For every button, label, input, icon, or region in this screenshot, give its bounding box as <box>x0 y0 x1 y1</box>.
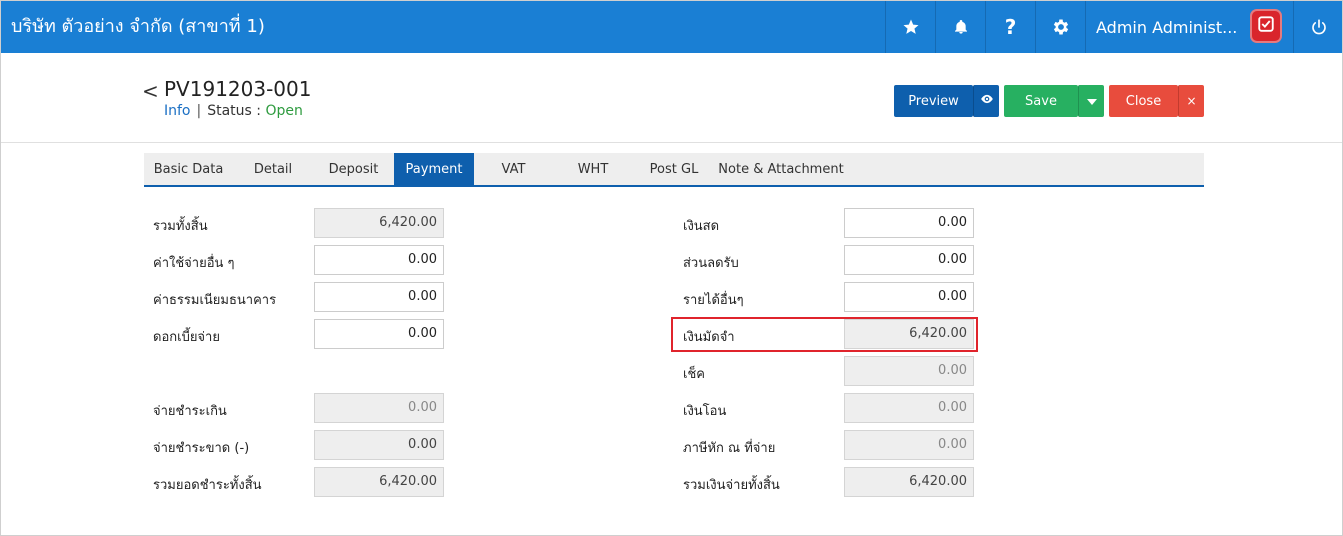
settings-button[interactable] <box>1035 1 1085 53</box>
tab-payment[interactable]: Payment <box>394 153 474 186</box>
field-other-income[interactable]: 0.00 <box>844 282 974 312</box>
header-divider <box>1 142 1342 143</box>
label-underpaid: จ่ายชำระขาด (-) <box>153 441 250 456</box>
document-number: PV191203-001 <box>164 77 312 101</box>
status-value: Open <box>265 103 303 119</box>
notifications-button[interactable] <box>935 1 985 53</box>
label-overpaid: จ่ายชำระเกิน <box>153 404 227 419</box>
logout-button[interactable] <box>1293 1 1343 53</box>
preview-button[interactable]: Preview <box>894 85 973 117</box>
deposit-highlight-box <box>671 317 978 352</box>
field-transfer: 0.00 <box>844 393 974 423</box>
label-other-income: รายได้อื่นๆ <box>683 293 744 308</box>
label-discount-received: ส่วนลดรับ <box>683 256 739 271</box>
favorites-button[interactable] <box>885 1 935 53</box>
tab-post-gl[interactable]: Post GL <box>633 153 715 186</box>
tab-wht[interactable]: WHT <box>553 153 633 186</box>
label-total-payment: รวมยอดชำระทั้งสิ้น <box>153 478 262 493</box>
eye-icon <box>980 92 994 110</box>
chevron-left-icon: < <box>142 79 159 103</box>
label-interest-paid: ดอกเบี้ยจ่าย <box>153 330 220 345</box>
close-x-button[interactable]: × <box>1178 85 1204 117</box>
field-interest-paid[interactable]: 0.00 <box>314 319 444 349</box>
field-withholding-tax: 0.00 <box>844 430 974 460</box>
label-bank-fee: ค่าธรรมเนียมธนาคาร <box>153 293 277 308</box>
field-total-payment: 6,420.00 <box>314 467 444 497</box>
close-button[interactable]: Close <box>1109 85 1178 117</box>
top-navigation-bar: บริษัท ตัวอย่าง จำกัด (สาขาที่ 1) ? Admi… <box>1 1 1342 53</box>
close-icon: × <box>1186 94 1197 108</box>
caret-down-icon <box>1086 94 1097 109</box>
checkbox-badge-icon <box>1257 15 1275 37</box>
gear-icon <box>1051 17 1071 37</box>
tab-note-attachment[interactable]: Note & Attachment <box>715 153 847 186</box>
field-overpaid: 0.00 <box>314 393 444 423</box>
field-cheque: 0.00 <box>844 356 974 386</box>
user-avatar[interactable] <box>1252 11 1280 41</box>
document-info-line: Info | Status : Open <box>164 103 303 119</box>
label-other-expenses: ค่าใช้จ่ายอื่น ๆ <box>153 256 235 271</box>
field-total: 6,420.00 <box>314 208 444 238</box>
user-name: Admin Administ... <box>1096 17 1238 37</box>
preview-eye-button[interactable] <box>973 85 999 117</box>
tab-basic-data[interactable]: Basic Data <box>144 153 233 186</box>
save-dropdown-button[interactable] <box>1078 85 1104 117</box>
save-button[interactable]: Save <box>1004 85 1078 117</box>
star-icon <box>902 18 920 36</box>
help-icon: ? <box>1004 15 1017 39</box>
label-cash: เงินสด <box>683 219 720 234</box>
separator: | <box>196 103 202 119</box>
label-total: รวมทั้งสิ้น <box>153 219 208 234</box>
company-name[interactable]: บริษัท ตัวอย่าง จำกัด (สาขาที่ 1) <box>11 1 265 53</box>
label-transfer: เงินโอน <box>683 404 727 419</box>
field-total-paid: 6,420.00 <box>844 467 974 497</box>
status-colon: : <box>256 103 262 119</box>
status-label: Status <box>207 103 252 119</box>
back-button[interactable]: < <box>142 79 159 103</box>
tab-vat[interactable]: VAT <box>474 153 553 186</box>
field-bank-fee[interactable]: 0.00 <box>314 282 444 312</box>
help-button[interactable]: ? <box>985 1 1035 53</box>
label-cheque: เช็ค <box>683 367 705 382</box>
label-total-paid: รวมเงินจ่ายทั้งสิ้น <box>683 478 780 493</box>
bell-icon <box>953 18 969 36</box>
label-withholding-tax: ภาษีหัก ณ ที่จ่าย <box>683 441 776 456</box>
field-other-expenses[interactable]: 0.00 <box>314 245 444 275</box>
tab-bar: Basic Data Detail Deposit Payment VAT WH… <box>144 153 1204 187</box>
tab-deposit[interactable]: Deposit <box>313 153 394 186</box>
info-link[interactable]: Info <box>164 103 191 119</box>
field-discount-received[interactable]: 0.00 <box>844 245 974 275</box>
field-cash[interactable]: 0.00 <box>844 208 974 238</box>
power-icon <box>1310 18 1328 36</box>
tab-detail[interactable]: Detail <box>233 153 313 186</box>
field-underpaid: 0.00 <box>314 430 444 460</box>
